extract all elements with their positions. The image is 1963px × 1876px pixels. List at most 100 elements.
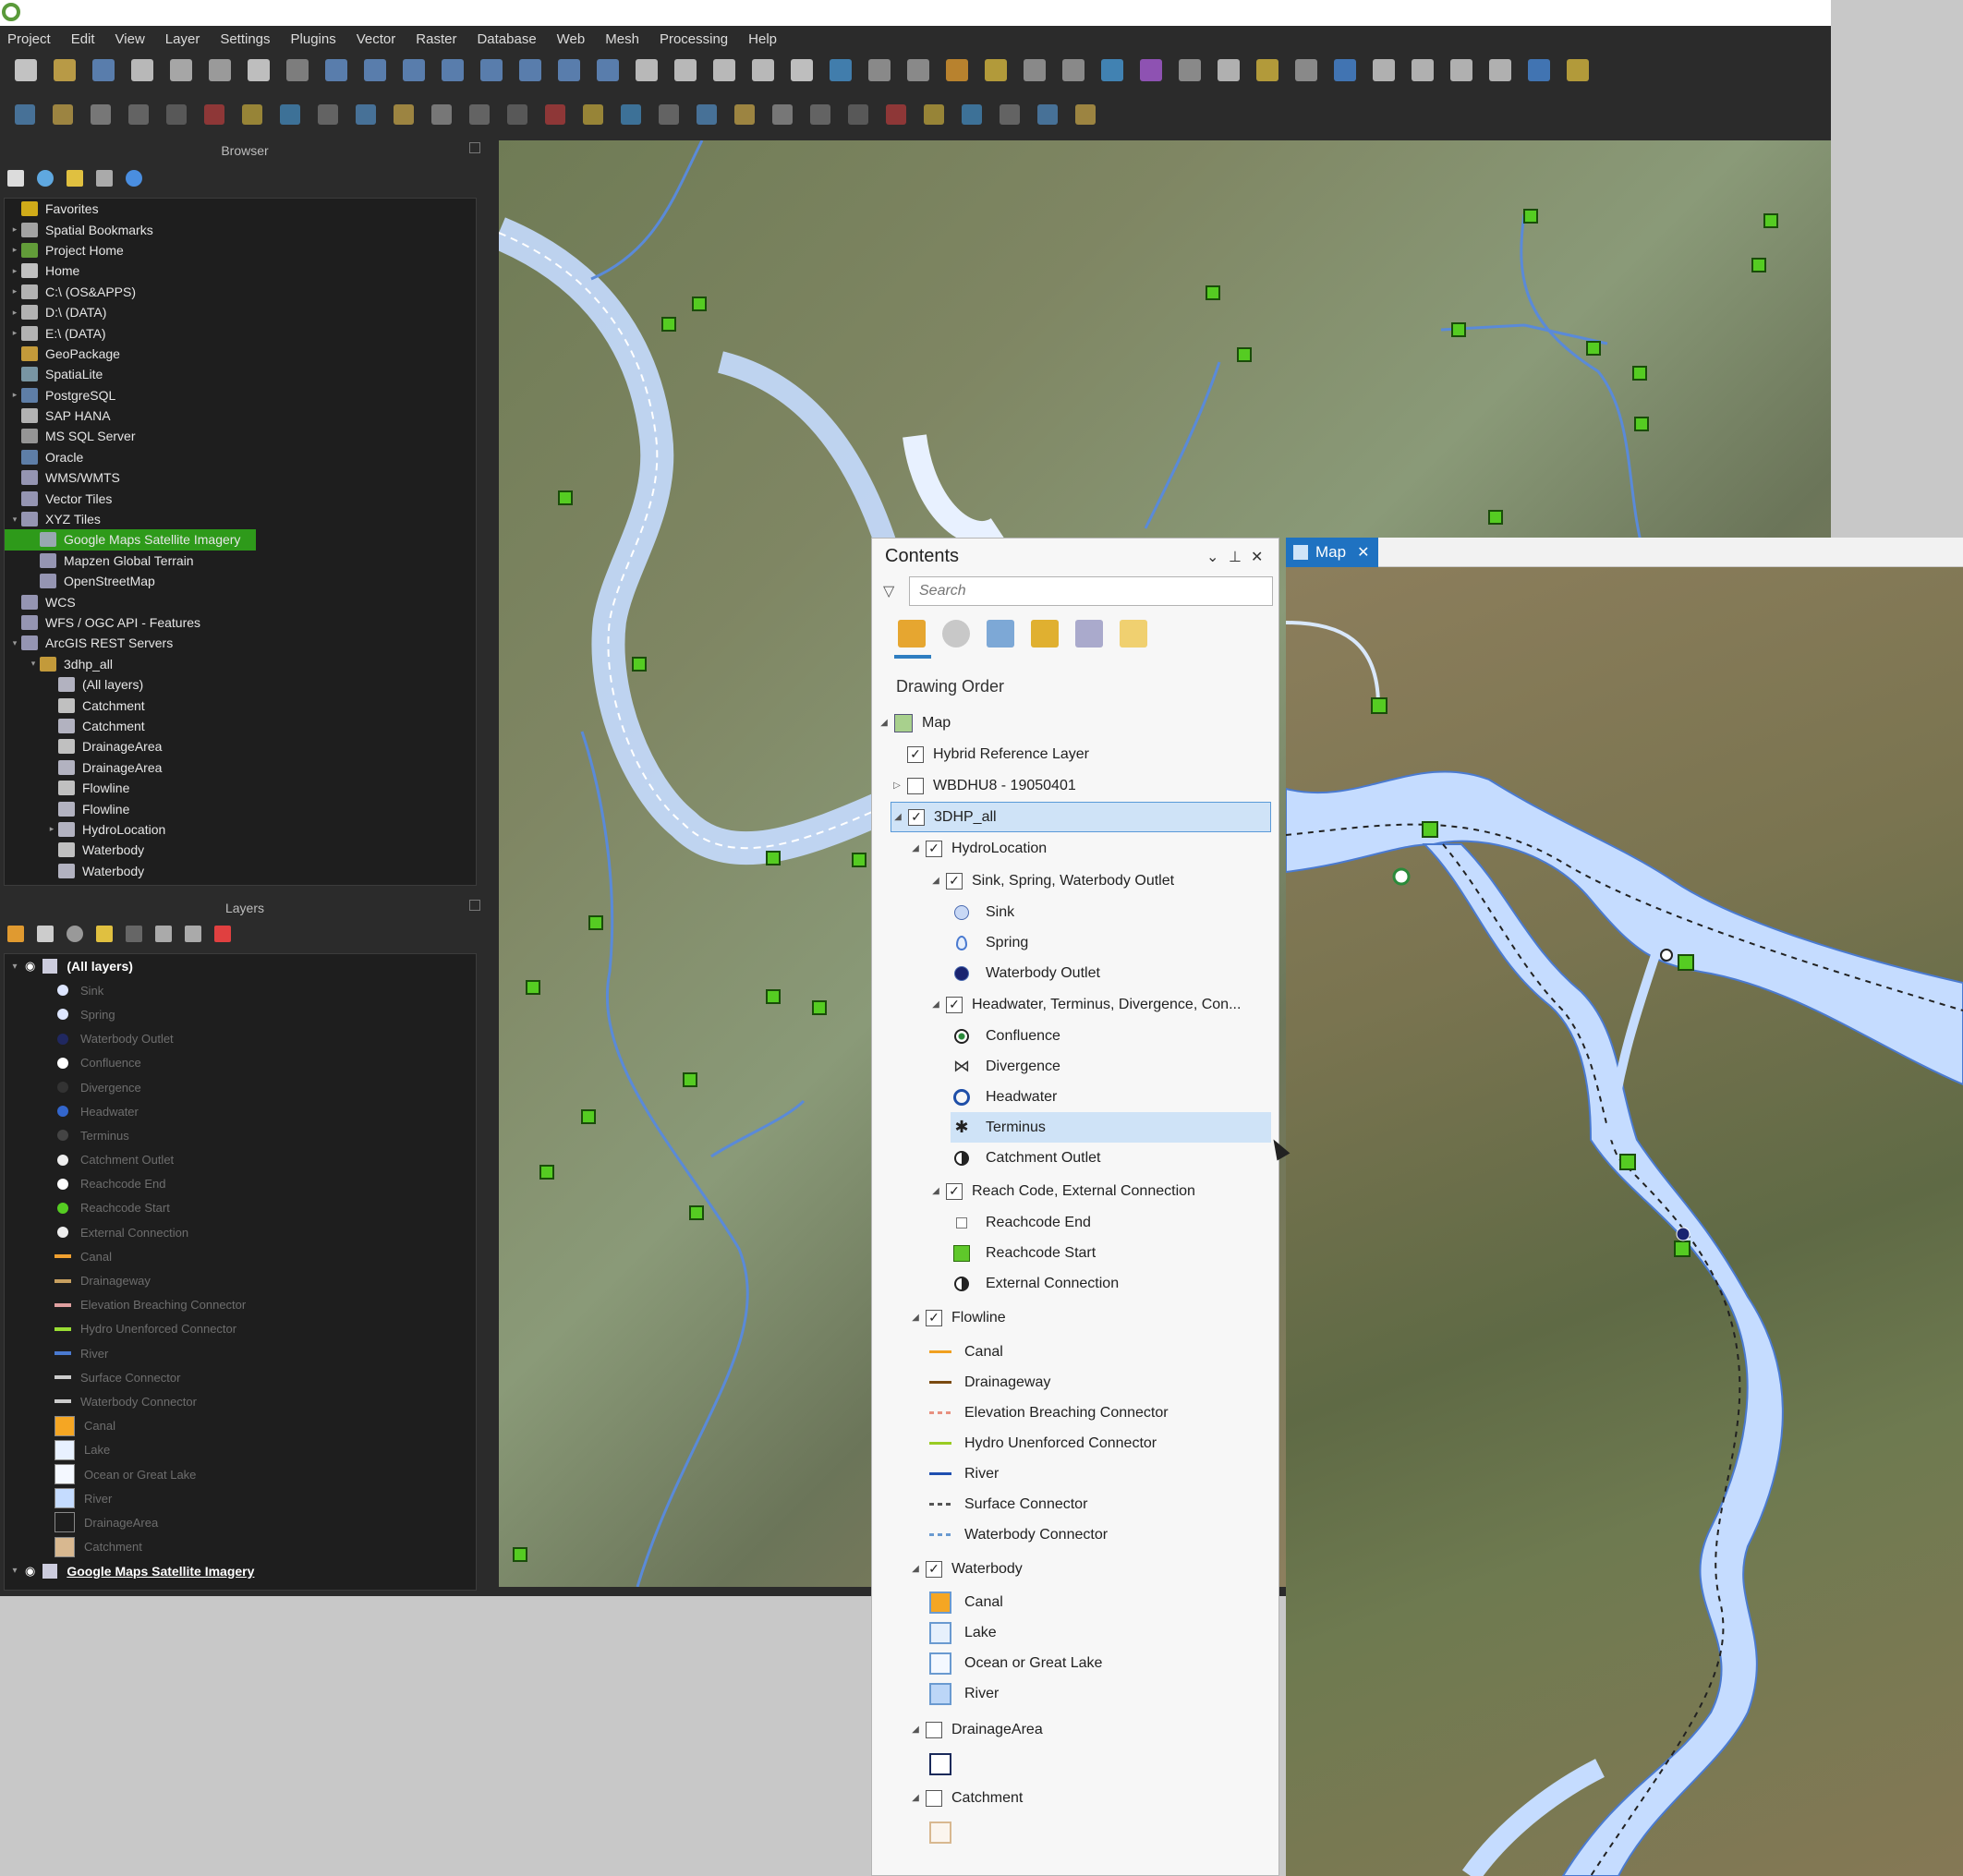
copy-features-icon[interactable] [583,104,603,125]
zoom-last-icon[interactable] [597,59,619,81]
expand-all-icon[interactable] [155,926,172,942]
menu-settings[interactable]: Settings [220,31,270,47]
collapse-all-icon[interactable] [96,170,113,187]
contents-item[interactable]: Hydro Unenforced Connector [929,1428,1157,1458]
contents-item[interactable]: ◢ ✓ Headwater, Terminus, Divergence, Con..… [929,989,1241,1020]
contents-item[interactable]: Reachcode Start [951,1238,1096,1268]
contents-item[interactable]: Lake [929,1617,997,1648]
expand-arrow-icon[interactable]: ▸ [45,824,58,834]
browser-item[interactable]: SAP HANA [5,405,476,426]
save-project-icon[interactable] [92,59,115,81]
python-console-icon[interactable] [1000,104,1020,125]
browser-item[interactable]: Waterbody [5,840,476,860]
zoom-in-icon[interactable] [364,59,386,81]
expand-twisty-icon[interactable]: ▷ [891,781,903,791]
filter-icon[interactable] [67,170,83,187]
browser-item[interactable]: (All layers) [5,674,476,695]
browser-item[interactable]: WMS/WMTS [5,467,476,488]
layer-group-row[interactable]: ▾ ◉ (All layers) [5,954,476,978]
about-icon[interactable] [1528,59,1550,81]
actions-icon[interactable] [1295,59,1317,81]
expand-arrow-icon[interactable]: ▾ [27,659,40,669]
visibility-checkbox[interactable]: ✓ [946,996,963,1013]
layers-dock-close-icon[interactable] [469,900,480,911]
list-by-snapping-icon[interactable] [1075,620,1103,648]
visibility-checkbox[interactable]: ✓ [926,840,942,857]
menu-plugins[interactable]: Plugins [291,31,336,47]
menu-mesh[interactable]: Mesh [605,31,639,47]
list-by-selection-icon[interactable] [987,620,1014,648]
menu-web[interactable]: Web [557,31,586,47]
browser-item[interactable]: SpatiaLite [5,364,476,384]
deselect-icon[interactable] [1024,59,1046,81]
visibility-checkbox[interactable]: ✓ [946,1182,963,1200]
expand-arrow-icon[interactable]: ▸ [8,390,21,400]
menu-project[interactable]: Project [7,31,51,47]
help-icon[interactable] [1075,104,1096,125]
contents-item[interactable] [929,1749,964,1779]
list-by-labeling-icon[interactable] [1120,620,1147,648]
filter-expression-icon[interactable] [126,926,142,942]
contents-item[interactable]: Confluence [951,1021,1060,1051]
contents-item[interactable]: Drainageway [929,1367,1050,1398]
contents-item[interactable]: Canal [929,1337,1003,1367]
measure-icon[interactable] [1218,59,1240,81]
expand-twisty-icon[interactable]: ◢ [909,843,922,853]
browser-item[interactable]: DrainageArea [5,736,476,756]
contents-item[interactable]: ▷ WBDHU8 - 19050401 [891,770,1076,801]
arcgis-map-canvas[interactable] [1286,567,1963,1876]
add-feature-icon[interactable] [394,104,414,125]
move-feature-icon[interactable] [431,104,452,125]
contents-item[interactable]: ◢ ✓ 3DHP_all [891,802,1271,832]
contents-item[interactable]: Catchment Outlet [951,1143,1101,1173]
expand-arrow-icon[interactable]: ▸ [8,245,21,255]
expand-arrow-icon[interactable]: ▸ [8,328,21,338]
refresh-icon[interactable] [37,170,54,187]
new-geopackage-icon[interactable] [53,104,73,125]
contents-item[interactable]: River [929,1678,999,1709]
menu-processing[interactable]: Processing [660,31,728,47]
statistics-icon[interactable] [1140,59,1162,81]
filter-icon[interactable]: ▽ [883,582,894,600]
save-edits-icon[interactable] [356,104,376,125]
visibility-eye-icon[interactable]: ◉ [25,1564,35,1579]
expand-twisty-icon[interactable]: ◢ [909,1564,922,1574]
move-annotation-icon[interactable] [1412,59,1434,81]
remove-layer-icon[interactable] [214,926,231,942]
select-by-value-icon[interactable] [985,59,1007,81]
expand-arrow-icon[interactable]: ▸ [8,224,21,235]
menu-help[interactable]: Help [748,31,777,47]
save-as-icon[interactable] [131,59,153,81]
browser-item[interactable]: WCS [5,591,476,611]
zoom-native-icon[interactable] [558,59,580,81]
style-manager-icon[interactable] [248,59,270,81]
contents-item[interactable]: Canal [929,1587,1003,1617]
collapse-arrow-icon[interactable]: ▾ [5,962,25,972]
contents-item[interactable]: ✓ Hybrid Reference Layer [891,739,1089,769]
list-by-drawing-order-icon[interactable] [898,620,926,648]
browser-item[interactable]: ▸ C:\ (OS&APPS) [5,282,476,302]
expand-twisty-icon[interactable]: ◢ [929,999,942,1010]
menu-edit[interactable]: Edit [71,31,95,47]
contents-item[interactable]: External Connection [951,1268,1119,1299]
vertex-tool-icon[interactable] [469,104,490,125]
open-project-icon[interactable] [54,59,76,81]
browser-item[interactable]: ▸ E:\ (DATA) [5,322,476,343]
list-by-data-source-icon[interactable] [942,620,970,648]
manage-visibility-icon[interactable] [67,926,83,942]
new-spatialite-icon[interactable] [128,104,149,125]
new-bookmark-icon[interactable] [752,59,774,81]
zoom-to-layer-icon[interactable] [519,59,541,81]
new-3d-view-icon[interactable] [713,59,735,81]
browser-item[interactable]: Favorites [5,199,476,219]
new-map-view-icon[interactable] [674,59,697,81]
move-label-icon[interactable] [848,104,868,125]
select-features-icon[interactable] [946,59,968,81]
cut-features-icon[interactable] [545,104,565,125]
contents-item[interactable]: ◢ Map [878,708,951,738]
contents-item[interactable]: River [929,1458,999,1489]
vertex-icon[interactable] [1489,59,1511,81]
contents-item[interactable]: ⋈ Divergence [951,1051,1060,1082]
browser-item[interactable]: ▸ D:\ (DATA) [5,302,476,322]
browser-item[interactable]: Waterbody [5,861,476,881]
